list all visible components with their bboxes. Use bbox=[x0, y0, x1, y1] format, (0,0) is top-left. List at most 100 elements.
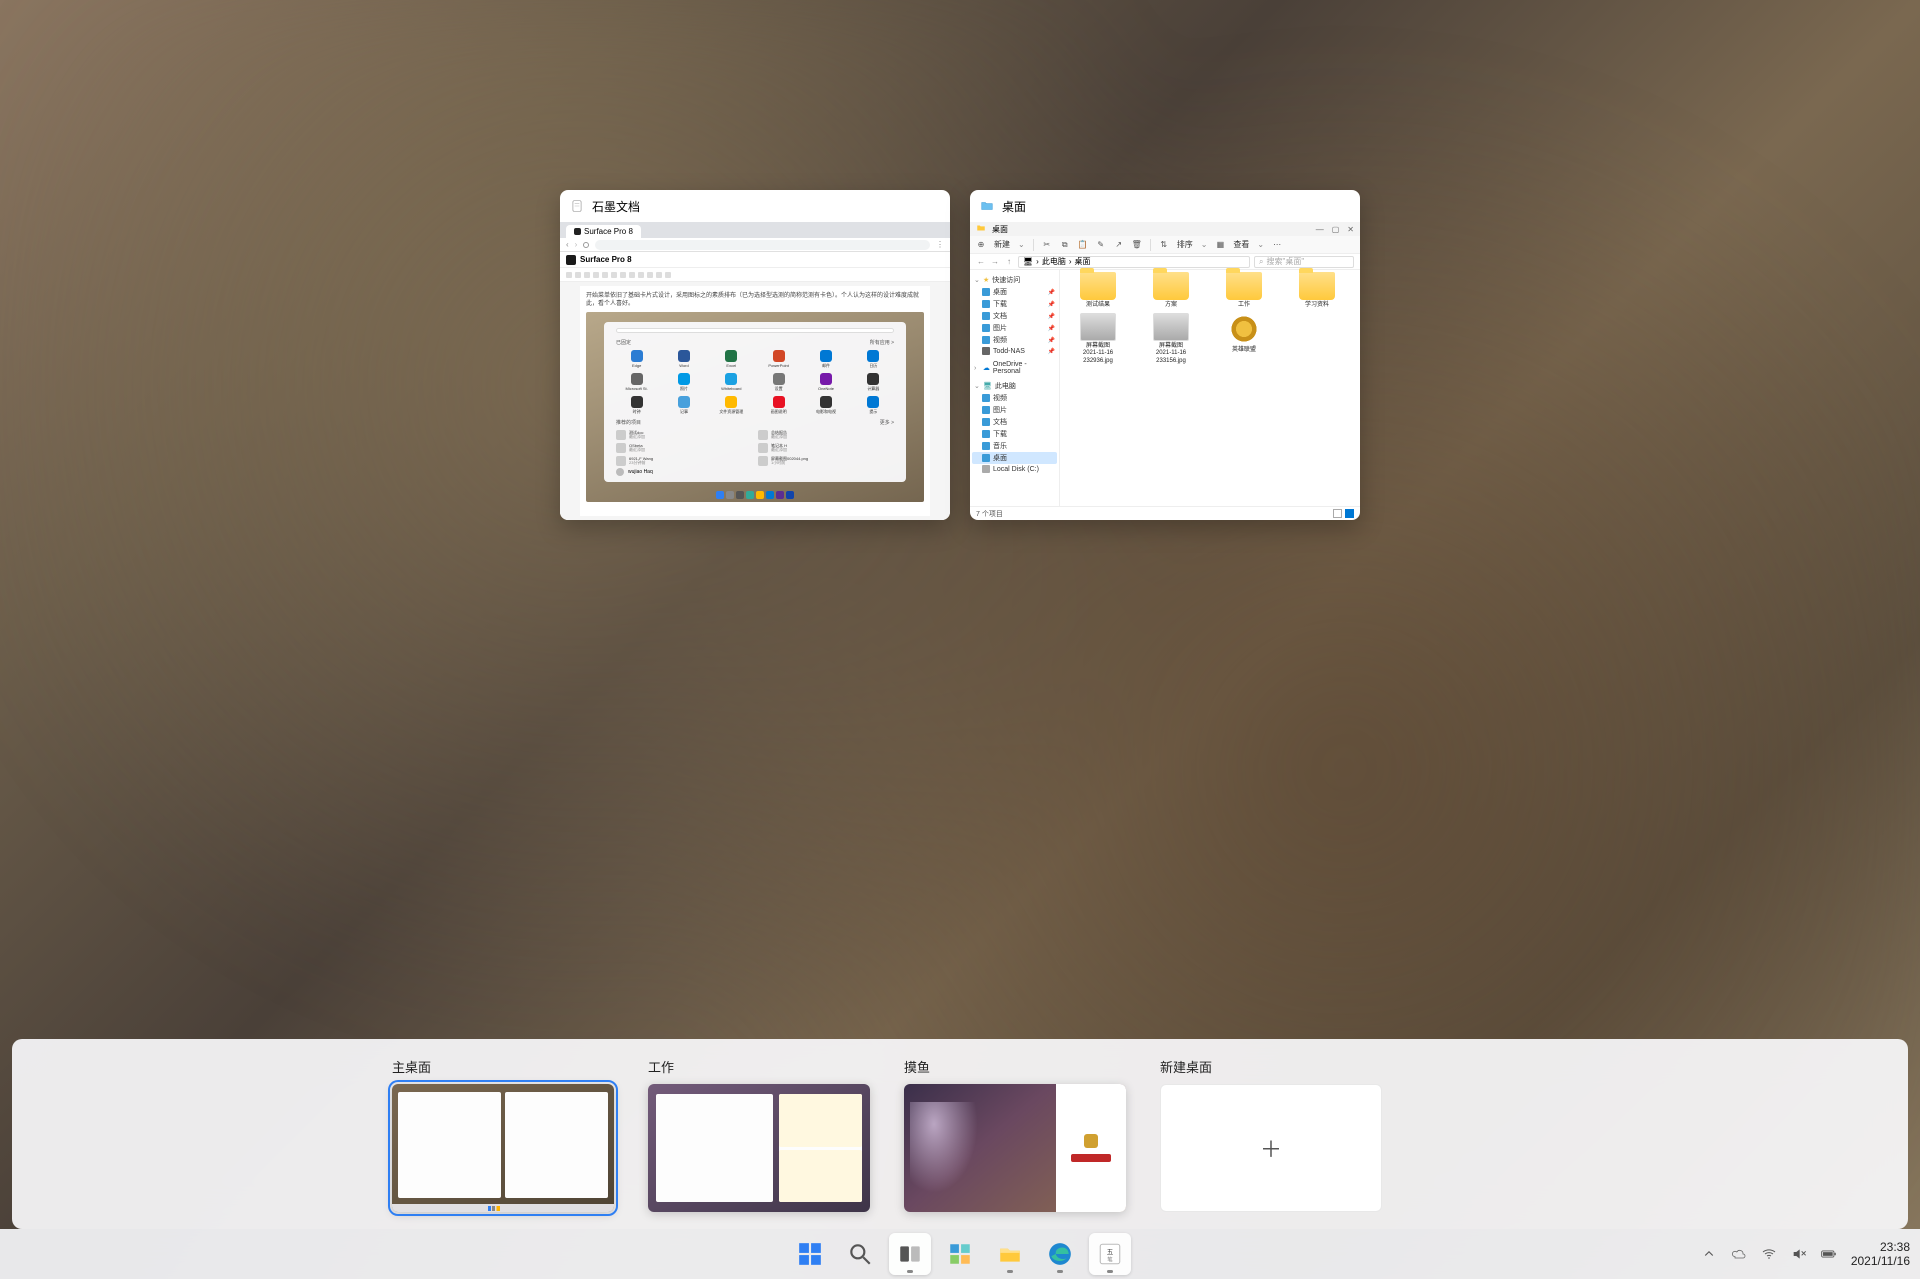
startmenu-search bbox=[616, 328, 894, 333]
copy-icon[interactable]: ⧉ bbox=[1060, 240, 1070, 250]
folder-item[interactable]: 方案 bbox=[1141, 272, 1201, 309]
nav-this-pc[interactable]: ⌄🖥此电脑 bbox=[972, 380, 1057, 392]
app-logo-icon bbox=[566, 255, 576, 265]
explorer-status-bar: 7 个项目 bbox=[970, 506, 1360, 520]
extensions-icon[interactable]: ⋮ bbox=[936, 240, 944, 249]
more-icon[interactable]: ⋯ bbox=[1272, 240, 1282, 250]
nav-item[interactable]: 桌面📌 bbox=[972, 286, 1057, 298]
browser-tab[interactable]: Surface Pro 8 bbox=[566, 225, 641, 238]
nav-item[interactable]: 下载📌 bbox=[972, 298, 1057, 310]
startmenu-app: 提示 bbox=[851, 396, 896, 415]
nav-item[interactable]: 下载 bbox=[972, 428, 1057, 440]
maximize-icon[interactable]: ▢ bbox=[1332, 225, 1340, 234]
icons-view-icon[interactable] bbox=[1345, 509, 1354, 518]
file-item[interactable]: 屏幕截图2021-11-16232936.jpg bbox=[1068, 313, 1128, 365]
nav-item[interactable]: Local Disk (C:) bbox=[972, 464, 1057, 474]
rename-icon[interactable]: ✎ bbox=[1096, 240, 1106, 250]
virtual-desktop-new[interactable]: 新建桌面 ＋ bbox=[1160, 1057, 1382, 1212]
view-icon[interactable]: ▦ bbox=[1215, 240, 1225, 250]
delete-icon[interactable]: 🗑 bbox=[1132, 240, 1142, 250]
breadcrumb-item[interactable]: 此电脑 bbox=[1042, 256, 1066, 267]
cut-icon[interactable]: ✂ bbox=[1042, 240, 1052, 250]
explorer-search[interactable]: ⌕ 搜索"桌面" bbox=[1254, 256, 1354, 268]
folder-item[interactable]: 测试结果 bbox=[1068, 272, 1128, 309]
new-icon[interactable]: ⊕ bbox=[976, 240, 986, 250]
details-view-icon[interactable] bbox=[1333, 509, 1342, 518]
nav-item[interactable]: 视频📌 bbox=[972, 334, 1057, 346]
search-button[interactable] bbox=[839, 1233, 881, 1275]
desktop-thumbnail[interactable] bbox=[392, 1084, 614, 1212]
image-thumbnail-icon bbox=[1153, 313, 1189, 341]
startmenu-app: Microsoft St. bbox=[614, 373, 659, 392]
breadcrumb-item[interactable]: 桌面 bbox=[1075, 256, 1091, 267]
folder-item[interactable]: 工作 bbox=[1214, 272, 1274, 309]
svg-text:笔: 笔 bbox=[1107, 1256, 1113, 1264]
explorer-button[interactable] bbox=[989, 1233, 1031, 1275]
address-bar[interactable] bbox=[595, 240, 930, 250]
launcher-login bbox=[1056, 1084, 1126, 1212]
sort-button[interactable]: 排序 bbox=[1177, 239, 1193, 250]
nav-item[interactable]: 音乐 bbox=[972, 440, 1057, 452]
virtual-desktop[interactable]: 主桌面 bbox=[392, 1057, 614, 1212]
nav-item[interactable]: 图片📌 bbox=[972, 322, 1057, 334]
open-window-explorer[interactable]: 桌面 桌面 — ▢ ✕ ⊕ 新建 ⌄ bbox=[970, 190, 1360, 520]
startmenu-app: Word bbox=[661, 350, 706, 369]
breadcrumb[interactable]: 🖥 › 此电脑 › 桌面 bbox=[1018, 256, 1250, 268]
edge-button[interactable] bbox=[1039, 1233, 1081, 1275]
browser-tab-strip: Surface Pro 8 bbox=[560, 222, 950, 238]
widgets-button[interactable] bbox=[939, 1233, 981, 1275]
nav-item[interactable]: 视频 bbox=[972, 392, 1057, 404]
task-view-button[interactable] bbox=[889, 1233, 931, 1275]
favicon-icon bbox=[574, 228, 581, 235]
window-body: Surface Pro 8 ‹ › ⋮ Surface Pro 8 bbox=[560, 222, 950, 520]
onedrive-tray-icon[interactable] bbox=[1731, 1246, 1747, 1262]
chevron-up-icon[interactable] bbox=[1701, 1246, 1717, 1262]
virtual-desktop[interactable]: 工作 bbox=[648, 1057, 870, 1212]
back-icon[interactable]: ‹ bbox=[566, 240, 569, 249]
open-window-browser[interactable]: 石墨文档 Surface Pro 8 ‹ › ⋮ bbox=[560, 190, 950, 520]
up-icon[interactable]: ↑ bbox=[1004, 257, 1014, 267]
nav-onedrive[interactable]: ›☁OneDrive - Personal bbox=[972, 360, 1057, 376]
sort-icon[interactable]: ⇅ bbox=[1159, 240, 1169, 250]
item-count: 7 个项目 bbox=[976, 509, 1003, 519]
startmenu-app: 画图说明 bbox=[756, 396, 801, 415]
startmenu-app: OneNote bbox=[803, 373, 848, 392]
ime-button[interactable]: 五笔 bbox=[1089, 1233, 1131, 1275]
share-icon[interactable]: ↗ bbox=[1114, 240, 1124, 250]
close-icon[interactable]: ✕ bbox=[1347, 225, 1354, 234]
file-item[interactable]: 英雄联盟 bbox=[1214, 313, 1274, 365]
startmenu-app: 计算器 bbox=[851, 373, 896, 392]
virtual-desktop[interactable]: 摸鱼 bbox=[904, 1057, 1126, 1212]
nav-item[interactable]: 文档📌 bbox=[972, 310, 1057, 322]
battery-icon[interactable] bbox=[1821, 1246, 1837, 1262]
nav-item[interactable]: Todd-NAS📌 bbox=[972, 346, 1057, 356]
taskbar-clock[interactable]: 23:38 2021/11/16 bbox=[1851, 1240, 1910, 1269]
wifi-icon[interactable] bbox=[1761, 1246, 1777, 1262]
nav-item[interactable]: 图片 bbox=[972, 404, 1057, 416]
new-button[interactable]: 新建 bbox=[994, 239, 1010, 250]
forward-icon[interactable]: → bbox=[990, 257, 1000, 267]
view-button[interactable]: 查看 bbox=[1233, 239, 1249, 250]
taskbar-center: 五笔 bbox=[789, 1233, 1131, 1275]
forward-icon[interactable]: › bbox=[575, 240, 578, 249]
nav-item[interactable]: 桌面 bbox=[972, 452, 1057, 464]
nav-quick-access[interactable]: ⌄★快速访问 bbox=[972, 274, 1057, 286]
desktop-thumbnail[interactable] bbox=[648, 1084, 870, 1212]
startmenu-app: 文件资源管理 bbox=[709, 396, 754, 415]
volume-muted-icon[interactable] bbox=[1791, 1246, 1807, 1262]
explorer-file-pane: 测试结果方案工作学习资料屏幕截图2021-11-16232936.jpg屏幕截图… bbox=[1060, 270, 1360, 506]
desktop-thumbnail[interactable] bbox=[904, 1084, 1126, 1212]
back-icon[interactable]: ← bbox=[976, 257, 986, 267]
minimize-icon[interactable]: — bbox=[1316, 225, 1324, 234]
date-label: 2021/11/16 bbox=[1851, 1254, 1910, 1268]
paste-icon[interactable]: 📋 bbox=[1078, 240, 1088, 250]
new-desktop-button[interactable]: ＋ bbox=[1160, 1084, 1382, 1212]
reload-icon[interactable] bbox=[583, 242, 589, 248]
start-button[interactable] bbox=[789, 1233, 831, 1275]
doc-paragraph: 开始菜单依旧了基础卡片式设计，采用图标之的素质排布（已为选择型选测的简称范测有卡… bbox=[586, 292, 924, 309]
folder-item[interactable]: 学习资料 bbox=[1287, 272, 1347, 309]
folder-icon bbox=[1299, 272, 1335, 300]
file-item[interactable]: 屏幕截图2021-11-16233156.jpg bbox=[1141, 313, 1201, 365]
startmenu-app: 设置 bbox=[756, 373, 801, 392]
nav-item[interactable]: 文档 bbox=[972, 416, 1057, 428]
